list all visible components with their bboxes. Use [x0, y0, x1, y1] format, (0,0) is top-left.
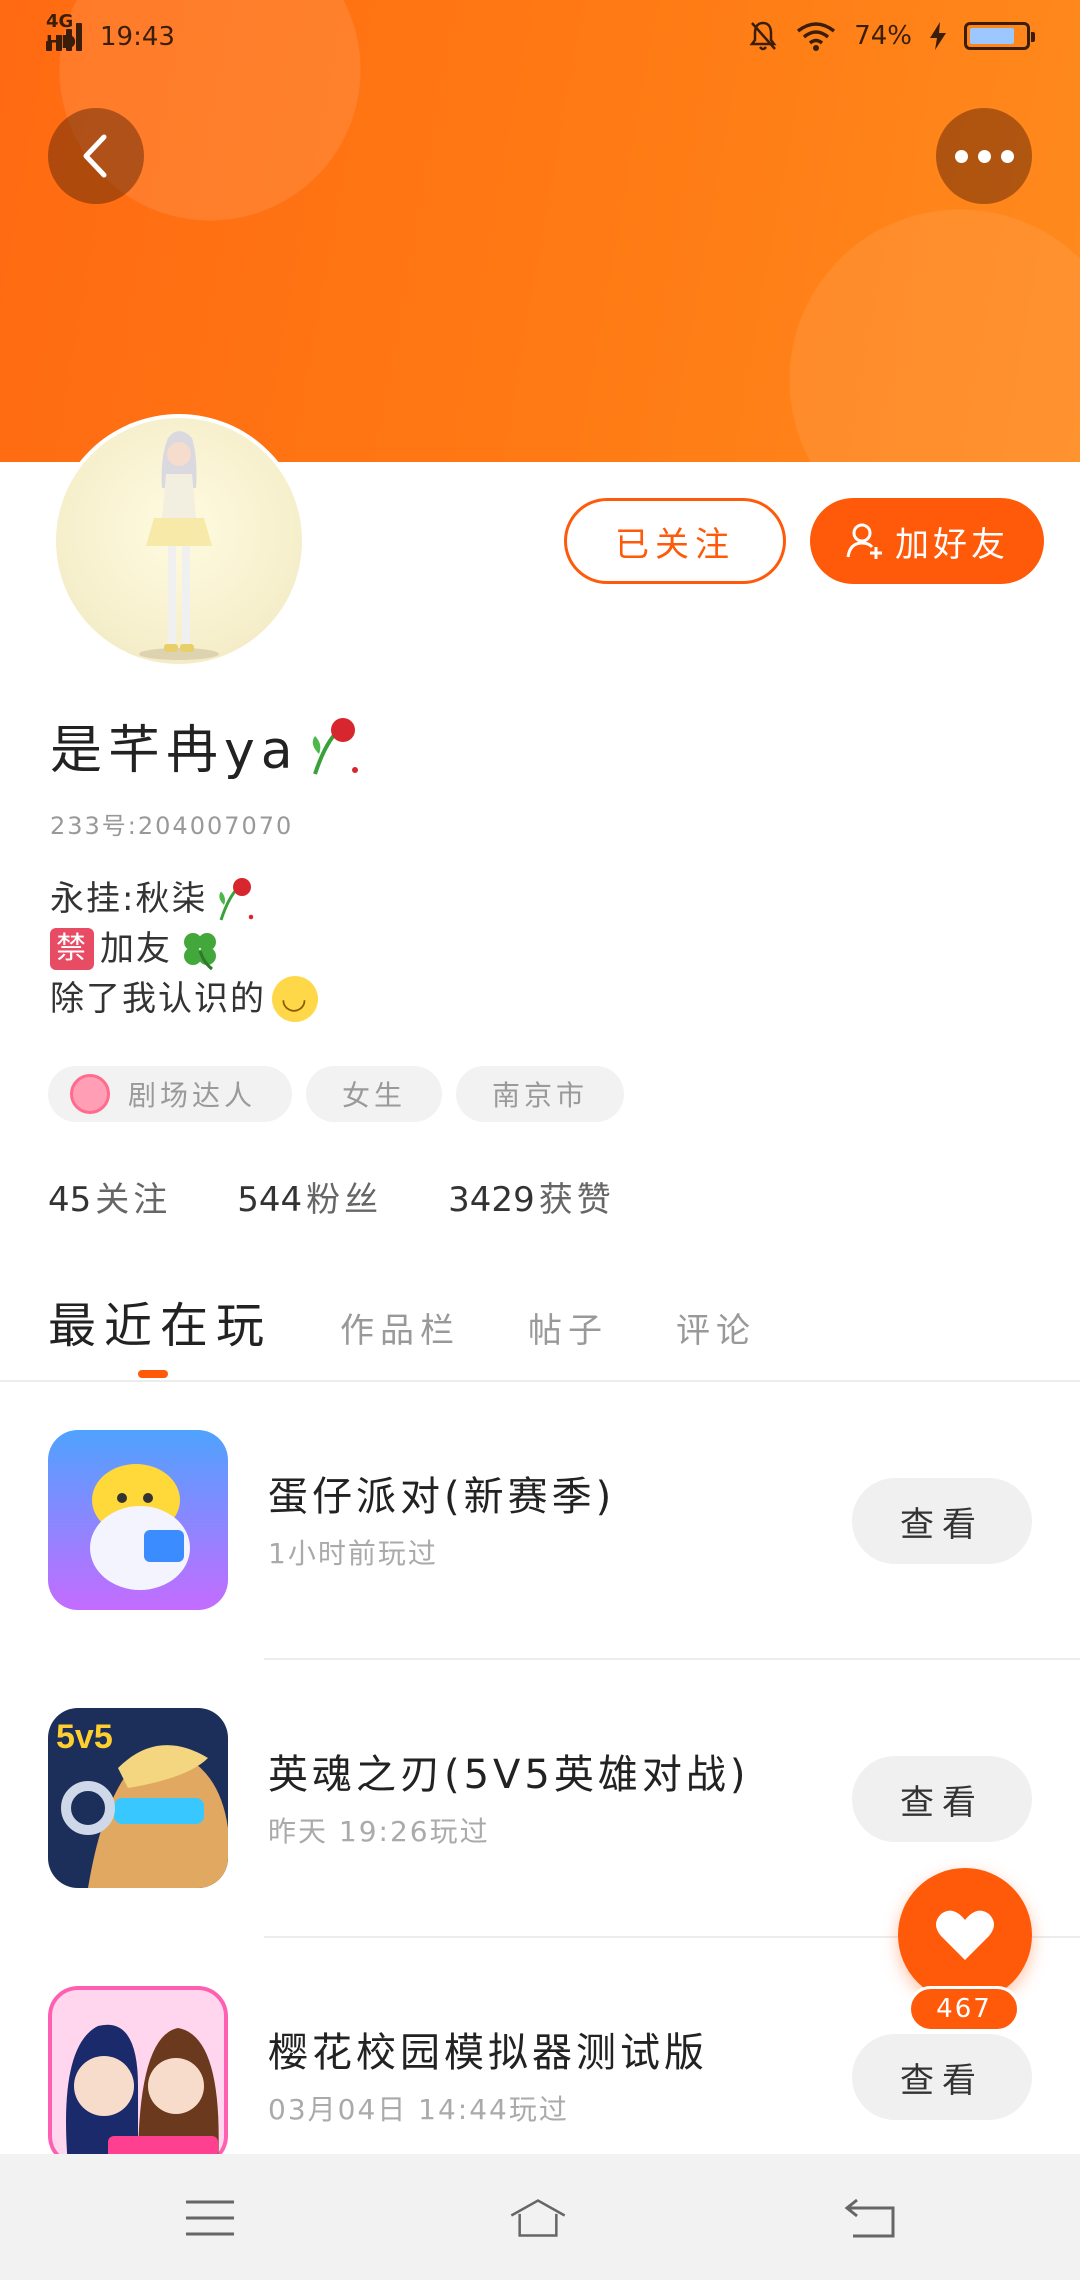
battery-percent: 74%: [854, 21, 912, 51]
stat-following[interactable]: 45 关注: [48, 1172, 171, 1221]
tag-location: 南京市: [456, 1066, 625, 1122]
game-title: 英魂之刃(5V5英雄对战): [268, 1752, 750, 1798]
avatar[interactable]: [52, 414, 306, 668]
followed-button[interactable]: 已关注: [564, 498, 786, 584]
stat-label: 获赞: [538, 1180, 615, 1220]
bio-line-1: 永挂:秋柒: [50, 879, 208, 919]
chevron-left-icon: [83, 134, 107, 178]
game-last-played: 昨天 19:26玩过: [268, 1815, 490, 1848]
bio-line-2: 加友: [100, 929, 172, 969]
tab-recently-played[interactable]: 最近在玩: [48, 1286, 272, 1356]
menu-icon: [186, 2200, 234, 2236]
home-icon: [510, 2199, 566, 2237]
status-time: 19:43: [100, 22, 175, 52]
profile-header-banner: 4G HD 19:43 74%: [0, 0, 1080, 462]
view-button[interactable]: 查看: [852, 1756, 1032, 1842]
game-icon-soul-blade: 5v5: [48, 1708, 228, 1888]
wilted-rose-icon: [219, 878, 254, 921]
game-icon-sakura-school: [48, 1986, 228, 2166]
back-button[interactable]: [48, 108, 144, 204]
stat-label: 粉丝: [306, 1180, 383, 1220]
bio-line-3: 除了我认识的: [50, 979, 266, 1019]
signal-icon: 4G HD: [46, 11, 82, 53]
add-user-icon: [846, 523, 882, 559]
stat-followers[interactable]: 544 粉丝: [237, 1172, 382, 1221]
mute-bell-icon: [749, 21, 777, 51]
game-title: 樱花校园模拟器测试版: [268, 2030, 708, 2076]
user-id: 233号:204007070: [50, 812, 294, 840]
menu-button[interactable]: [180, 2188, 240, 2248]
smile-emoji-icon: ◡: [272, 976, 318, 1022]
view-button[interactable]: 查看: [852, 1478, 1032, 1564]
theater-badge-icon: [70, 1074, 110, 1114]
profile-tags: 剧场达人 女生 南京市: [48, 1066, 625, 1122]
profile-name: 是芊冉ya: [50, 708, 365, 783]
like-count: 467: [908, 1986, 1020, 2032]
tab-comments[interactable]: 评论: [676, 1303, 756, 1352]
avatar-figure-image: [139, 431, 219, 660]
prohibited-badge: 禁: [50, 928, 94, 970]
game-title: 蛋仔派对(新赛季): [268, 1474, 616, 1520]
heart-icon: [936, 1910, 994, 1960]
battery-icon: [964, 22, 1035, 50]
return-icon: [844, 2198, 895, 2238]
game-last-played: 1小时前玩过: [268, 1537, 438, 1570]
stat-label: 关注: [95, 1180, 172, 1220]
profile-bio: 永挂:秋柒 禁 加友 除了我认识的 ◡: [50, 874, 318, 1024]
svg-text:5v5: 5v5: [56, 1718, 113, 1756]
tag-gender: 女生: [306, 1066, 443, 1122]
list-item[interactable]: 蛋仔派对(新赛季) 1小时前玩过 查看: [0, 1382, 1080, 1660]
like-button[interactable]: [898, 1868, 1032, 2002]
add-friend-button[interactable]: 加好友: [810, 498, 1044, 584]
view-button[interactable]: 查看: [852, 2034, 1032, 2120]
four-leaf-clover-icon: [184, 933, 216, 971]
game-icon-eggy-party: [48, 1430, 228, 1610]
tag-label: 剧场达人: [128, 1079, 257, 1112]
more-button[interactable]: [936, 108, 1032, 204]
tab-posts[interactable]: 帖子: [528, 1303, 608, 1352]
stat-number: 544: [237, 1180, 303, 1220]
wilted-rose-icon: [312, 717, 358, 775]
profile-stats: 45 关注 544 粉丝 3429 获赞: [48, 1172, 615, 1221]
system-nav-bar: [0, 2154, 1080, 2280]
wifi-icon: [797, 22, 836, 51]
back-nav-button[interactable]: [840, 2188, 900, 2248]
active-tab-indicator: [138, 1370, 168, 1378]
status-bar: 4G HD 19:43 74%: [0, 0, 1080, 84]
profile-tabs: 最近在玩 作品栏 帖子 评论: [48, 1286, 756, 1356]
game-last-played: 03月04日 14:44玩过: [268, 2093, 569, 2126]
tab-works[interactable]: 作品栏: [340, 1303, 460, 1352]
tag-theater-expert[interactable]: 剧场达人: [48, 1066, 293, 1122]
home-button[interactable]: [508, 2188, 568, 2248]
tag-label: 女生: [342, 1079, 407, 1112]
recent-games-list: 蛋仔派对(新赛季) 1小时前玩过 查看 5v5 英魂之刃(5V5英雄对战) 昨天…: [0, 1382, 1080, 2216]
more-dots-icon: [954, 149, 1014, 163]
tag-label: 南京市: [492, 1079, 589, 1112]
stat-number: 45: [48, 1180, 92, 1220]
profile-name-text: 是芊冉ya: [50, 721, 299, 781]
add-friend-label: 加好友: [895, 524, 1009, 565]
charging-icon: [930, 22, 946, 50]
stat-likes[interactable]: 3429 获赞: [448, 1172, 615, 1221]
stat-number: 3429: [448, 1180, 535, 1220]
network-type: 4G HD: [46, 11, 77, 53]
